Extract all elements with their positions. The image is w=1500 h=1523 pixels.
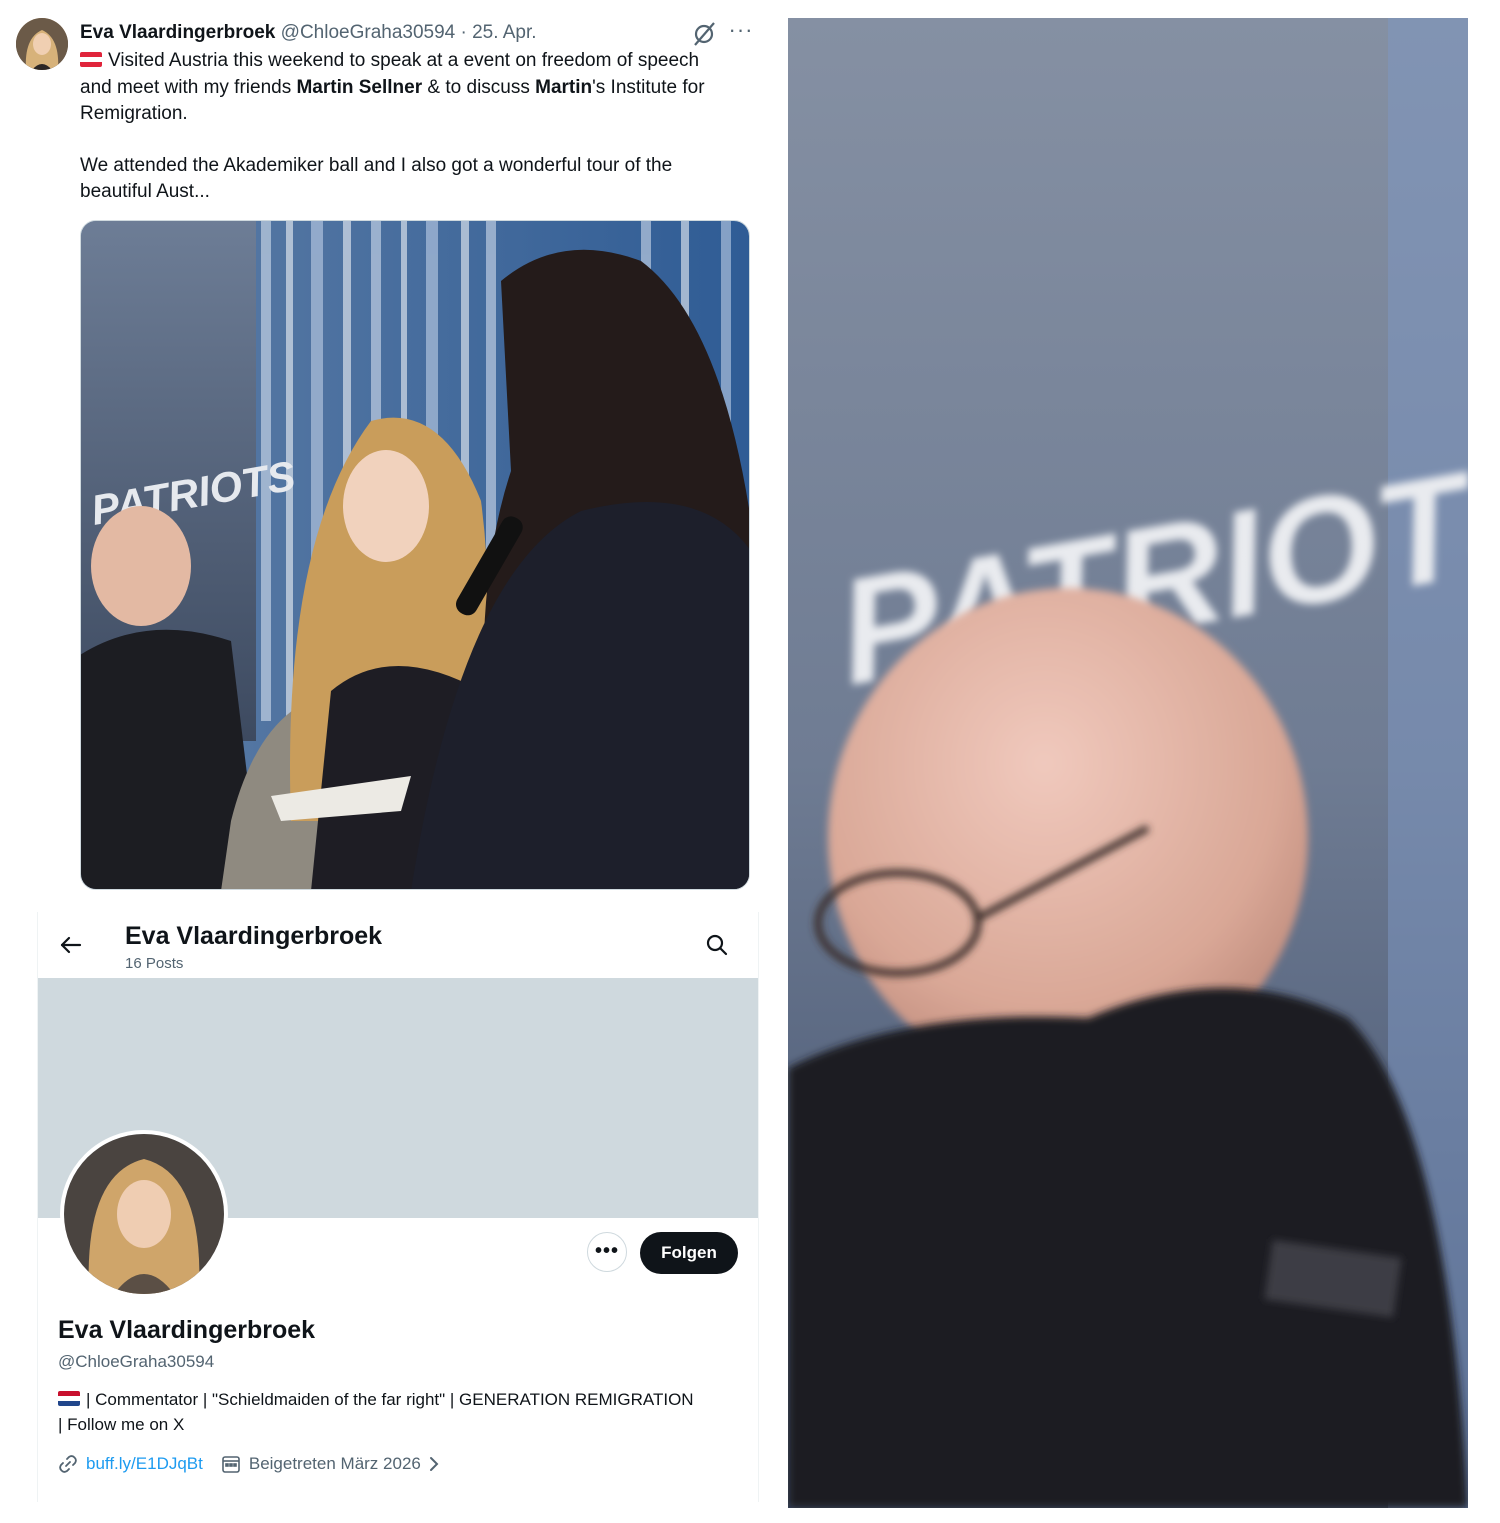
search-icon[interactable]	[704, 932, 730, 958]
author-avatar[interactable]	[16, 18, 68, 70]
profile-panel: Eva Vlaardingerbroek 16 Posts ••• Folgen…	[37, 912, 759, 1502]
netherlands-flag-icon	[58, 1391, 80, 1406]
chevron-right-icon[interactable]	[427, 1456, 441, 1472]
profile-avatar[interactable]	[60, 1130, 228, 1298]
tweet-more-icon[interactable]: ···	[728, 19, 754, 46]
profile-header-title: Eva Vlaardingerbroek	[125, 922, 383, 950]
profile-bio: | Commentator | "Schieldmaiden of the fa…	[58, 1390, 694, 1434]
tweet-date[interactable]: · 25. Apr.	[455, 22, 537, 43]
profile-more-button[interactable]: •••	[587, 1232, 627, 1272]
profile-meta: buff.ly/E1DJqBt Beigetreten März 2026	[58, 1452, 441, 1476]
link-icon	[58, 1454, 78, 1474]
back-arrow-icon[interactable]	[58, 932, 84, 958]
tweet-header: Eva Vlaardingerbroek @ChloeGraha30594 · …	[80, 20, 537, 46]
tweet[interactable]: Eva Vlaardingerbroek @ChloeGraha30594 · …	[0, 0, 770, 900]
post-count: 16 Posts	[125, 955, 184, 972]
profile-handle: @ChloeGraha30594	[58, 1352, 215, 1371]
author-handle[interactable]: @ChloeGraha30594	[281, 22, 456, 43]
calendar-icon	[221, 1454, 241, 1474]
tweet-photo[interactable]: PATRIOTS	[80, 220, 750, 890]
profile-link[interactable]: buff.ly/E1DJqBt	[86, 1454, 203, 1474]
follow-button[interactable]: Folgen	[640, 1232, 738, 1274]
tweet-text: Visited Austria this weekend to speak at…	[80, 50, 705, 202]
joined-date: Beigetreten März 2026	[248, 1454, 421, 1473]
author-name[interactable]: Eva Vlaardingerbroek	[80, 22, 275, 43]
austria-flag-icon	[80, 52, 102, 67]
grok-icon[interactable]	[690, 20, 718, 48]
zoomed-photo: PATRIOTS	[788, 18, 1468, 1508]
mention-martin-sellner[interactable]: Martin Sellner	[296, 77, 422, 98]
display-name: Eva Vlaardingerbroek	[58, 1316, 316, 1344]
